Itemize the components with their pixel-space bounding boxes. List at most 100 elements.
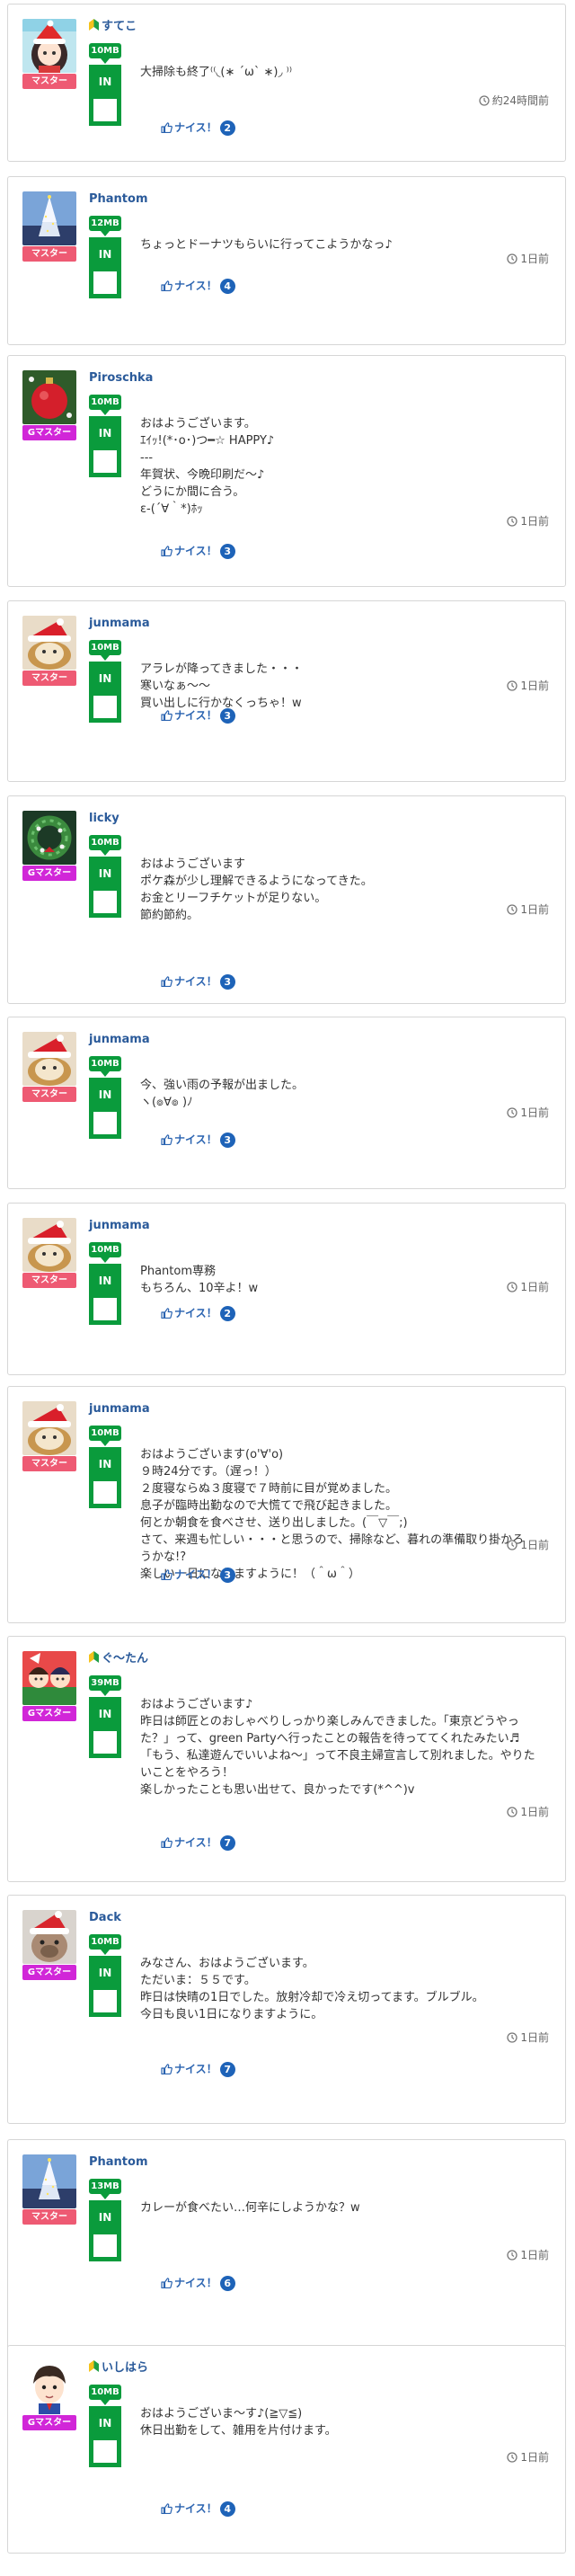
post-message: おはようございます♪ 昨日は師匠とのおしゃべりしっかり楽しみんできました。「東京… [140, 1698, 535, 1797]
username[interactable]: ぐ〜たん [102, 1652, 148, 1666]
nice-label: ナイス！ [174, 2277, 217, 2289]
username[interactable]: junmama [89, 1219, 150, 1232]
username-link[interactable]: licky [89, 811, 119, 827]
username-link[interactable]: ぐ〜たん [89, 1651, 148, 1667]
time-text: 1日前 [520, 680, 549, 692]
username-link[interactable]: junmama [89, 1401, 150, 1417]
post-meta: Phantom 12MB IN [89, 191, 148, 298]
nice-button[interactable]: ナイス！ 4 [161, 2500, 235, 2517]
avatar-block: Gマスター [22, 2360, 78, 2430]
down-arrow-icon [101, 1071, 110, 1077]
username-link[interactable]: Phantom [89, 2154, 148, 2171]
nice-count: 2 [219, 1306, 235, 1321]
username-link[interactable]: Piroschka [89, 370, 153, 386]
down-arrow-icon [101, 2400, 110, 2405]
data-size-badge: 10MB [89, 1056, 121, 1071]
username[interactable]: Phantom [89, 192, 148, 206]
avatar[interactable] [22, 1910, 76, 1964]
nice-label: ナイス！ [174, 2502, 217, 2515]
avatar[interactable] [22, 616, 76, 670]
post-card: マスター Phantom 13MB IN カレーが食べたい…何辛にしようかな？w… [7, 2139, 566, 2362]
avatar[interactable] [22, 370, 76, 424]
time-text: 1日前 [520, 2031, 549, 2044]
post-message: おはようございます。 ｴｲｯ!(*･o･)つ━☆ HAPPY♪ --- 年賀状、… [140, 417, 275, 516]
clock-icon [479, 95, 490, 109]
post-card: Gマスター licky 10MB IN おはようございます ポケ森が少し理解でき… [7, 795, 566, 1004]
nice-button[interactable]: ナイス！ 3 [161, 1132, 235, 1148]
username[interactable]: junmama [89, 1402, 150, 1416]
username-link[interactable]: いしはら [89, 2360, 148, 2376]
username[interactable]: licky [89, 812, 119, 825]
nice-label: ナイス！ [174, 1568, 217, 1581]
in-meter: IN [89, 857, 121, 918]
username[interactable]: Phantom [89, 2155, 148, 2169]
username[interactable]: junmama [89, 617, 150, 630]
clock-icon [507, 904, 518, 918]
username-link[interactable]: Dack [89, 1910, 121, 1926]
avatar[interactable] [22, 191, 76, 245]
avatar[interactable] [22, 2360, 76, 2414]
post-card: Gマスター Piroschka 10MB IN おはようございます。 ｴｲｯ!(… [7, 355, 566, 587]
nice-button[interactable]: ナイス！ 3 [161, 707, 235, 724]
nice-count: 3 [219, 544, 235, 559]
username[interactable]: junmama [89, 1033, 150, 1046]
avatar[interactable] [22, 19, 76, 73]
nice-button[interactable]: ナイス！ 2 [161, 1305, 235, 1321]
nice-button[interactable]: ナイス！ 3 [161, 543, 235, 559]
in-label: IN [93, 1956, 117, 1990]
post-card: Gマスター Dack 10MB IN みなさん、おはようございます。 ただいま：… [7, 1895, 566, 2124]
in-label: IN [93, 662, 117, 696]
time-text: 1日前 [520, 1806, 549, 1818]
post-timestamp: 約24時間前 [479, 93, 549, 109]
nice-count: 3 [219, 974, 235, 990]
avatar[interactable] [22, 1651, 76, 1705]
avatar[interactable] [22, 1032, 76, 1086]
post-message: アラレが降ってきました・・・ 寒いなぁ〜〜 買い出しに行かなくっちゃ！w [140, 662, 303, 710]
nice-button[interactable]: ナイス！ 3 [161, 973, 235, 990]
down-arrow-icon [101, 850, 110, 856]
data-size-badge: 10MB [89, 2385, 121, 2400]
username[interactable]: Dack [89, 1911, 121, 1924]
nice-button[interactable]: ナイス！ 4 [161, 278, 235, 294]
in-label: IN [93, 65, 117, 99]
nice-button[interactable]: ナイス！ 2 [161, 120, 235, 136]
username[interactable]: すてこ [102, 20, 137, 33]
username-link[interactable]: Phantom [89, 191, 148, 208]
beginner-leaf-icon [89, 1651, 99, 1668]
username-link[interactable]: junmama [89, 1218, 150, 1234]
thumbs-up-icon [161, 710, 172, 724]
nice-count: 3 [219, 708, 235, 724]
nice-count: 3 [219, 1568, 235, 1583]
avatar[interactable] [22, 1218, 76, 1272]
nice-button[interactable]: ナイス！ 7 [161, 1834, 235, 1851]
avatar[interactable] [22, 1401, 76, 1455]
avatar-block: マスター [22, 1401, 78, 1471]
thumbs-up-icon [161, 1569, 172, 1583]
avatar[interactable] [22, 811, 76, 865]
post-message: ちょっとドーナツもらいに行ってこようかなっ♪ [140, 238, 393, 252]
nice-button[interactable]: ナイス！ 6 [161, 2275, 235, 2291]
username[interactable]: Piroschka [89, 371, 153, 385]
post-meta: Piroschka 10MB IN [89, 370, 153, 477]
post-message: 今、強い雨の予報が出ました。 ヽ(๏∀๏ )ﾉ [140, 1079, 305, 1109]
username-link[interactable]: junmama [89, 616, 150, 632]
avatar[interactable] [22, 2154, 76, 2208]
post-message: 大掃除も終了⁽⁽◟(∗ ˊωˋ ∗)◞ ⁾⁾ [140, 66, 293, 79]
time-text: 1日前 [520, 1281, 549, 1293]
clock-icon [507, 2452, 518, 2465]
data-meter: 13MB IN [89, 2179, 121, 2261]
clock-icon [507, 680, 518, 694]
nice-count: 4 [219, 279, 235, 294]
data-size-badge: 13MB [89, 2179, 121, 2194]
avatar-block: Gマスター [22, 1651, 78, 1721]
username[interactable]: いしはら [102, 2361, 148, 2375]
nice-button[interactable]: ナイス！ 3 [161, 1567, 235, 1583]
post-meta: いしはら 10MB IN [89, 2360, 148, 2467]
nice-count: 7 [219, 2062, 235, 2077]
username-link[interactable]: junmama [89, 1032, 150, 1048]
nice-label: ナイス！ [174, 1133, 217, 1146]
avatar-block: マスター [22, 616, 78, 686]
nice-button[interactable]: ナイス！ 7 [161, 2061, 235, 2077]
post-meta: licky 10MB IN [89, 811, 121, 918]
username-link[interactable]: すてこ [89, 19, 137, 35]
